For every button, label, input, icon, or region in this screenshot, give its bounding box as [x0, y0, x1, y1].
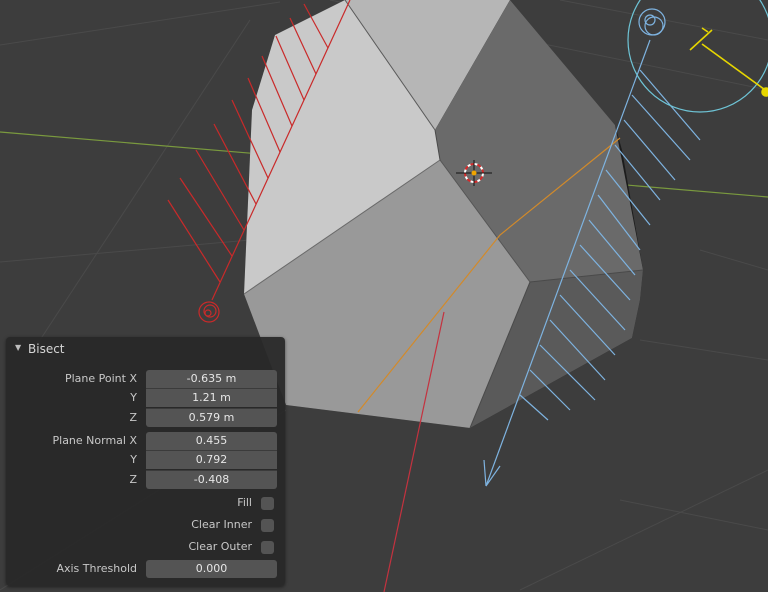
plane-normal-x-field[interactable]: 0.455: [146, 432, 277, 450]
plane-normal-y-field[interactable]: 0.792: [146, 451, 277, 469]
plane-normal-x-label: Plane Normal X: [52, 434, 138, 447]
plane-point-x-field[interactable]: -0.635 m: [146, 370, 277, 388]
plane-normal-z-label: Z: [129, 473, 137, 486]
plane-point-x-label: Plane Point X: [64, 372, 137, 385]
clear-outer-label: Clear Outer: [188, 540, 253, 553]
plane-normal-z-field[interactable]: -0.408: [146, 471, 277, 489]
panel-header[interactable]: ▼ Bisect: [6, 337, 285, 361]
clear-inner-label: Clear Inner: [191, 518, 252, 531]
clear-inner-checkbox[interactable]: [261, 519, 274, 532]
axis-threshold-label: Axis Threshold: [56, 562, 137, 575]
fill-label: Fill: [237, 496, 252, 509]
panel-title: Bisect: [28, 342, 65, 356]
plane-point-z-field[interactable]: 0.579 m: [146, 409, 277, 427]
rock-mesh[interactable]: [243, 0, 644, 429]
axis-threshold-field[interactable]: 0.000: [146, 560, 277, 578]
fill-checkbox[interactable]: [261, 497, 274, 510]
bisect-operator-panel[interactable]: ▼ Bisect Plane Point X -0.635 m Y 1.21 m…: [6, 337, 285, 586]
plane-point-y-label: Y: [130, 391, 137, 404]
clear-outer-checkbox[interactable]: [261, 541, 274, 554]
plane-point-y-field[interactable]: 1.21 m: [146, 389, 277, 407]
plane-normal-y-label: Y: [130, 453, 137, 466]
plane-point-z-label: Z: [129, 411, 137, 424]
collapse-triangle-icon[interactable]: ▼: [15, 343, 21, 352]
